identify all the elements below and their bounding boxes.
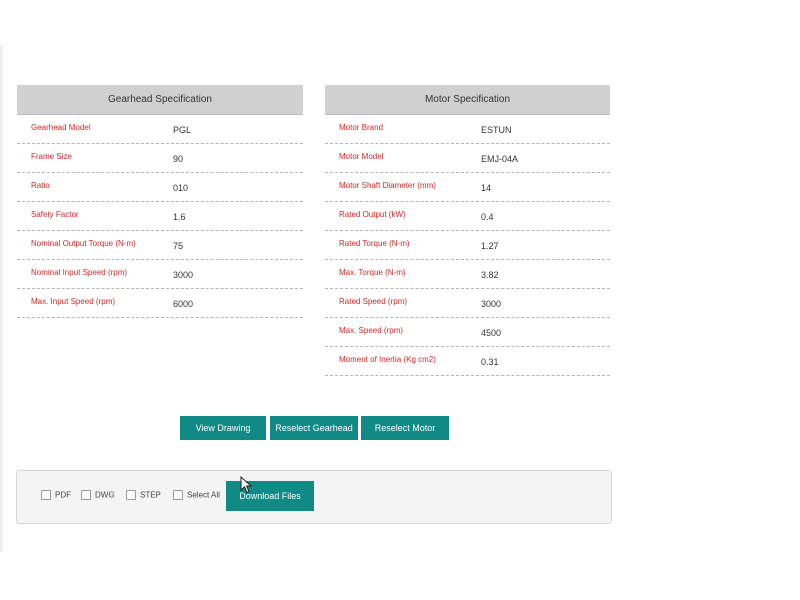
spec-label: Nominal Output Torque (N-m) <box>31 239 136 248</box>
spec-value: 3000 <box>173 270 194 280</box>
spec-label: Rated Torque (N-m) <box>339 239 410 248</box>
table-row: Motor Brand ESTUN <box>325 115 610 144</box>
spec-label: Max. Speed (rpm) <box>339 326 404 335</box>
table-row: Nominal Output Torque (N-m) 75 <box>17 231 303 260</box>
spec-value: 6000 <box>173 299 194 309</box>
spec-value: 90 <box>173 154 184 164</box>
spec-label: Ratio <box>31 181 50 190</box>
spec-value: 3.82 <box>481 270 499 280</box>
spec-value: 14 <box>481 183 492 193</box>
spec-label: Motor Model <box>339 152 384 161</box>
spec-label: Frame Size <box>31 152 72 161</box>
spec-value: 3000 <box>481 299 502 309</box>
table-row: Gearhead Model PGL <box>17 115 303 144</box>
download-panel: PDF DWG STEP Select All Download Files <box>16 470 612 524</box>
spec-value: 010 <box>173 183 189 193</box>
table-row: Rated Speed (rpm) 3000 <box>325 289 610 318</box>
table-row: Rated Output (kW) 0.4 <box>325 202 610 231</box>
checkbox-label: PDF <box>55 490 71 500</box>
spec-value: PGL <box>173 125 192 135</box>
spec-label: Safety Factor <box>31 210 79 219</box>
view-drawing-button[interactable]: View Drawing <box>180 416 266 440</box>
spec-label: Moment of Inertia (Kg cm2) <box>339 355 436 364</box>
spec-label: Gearhead Model <box>31 123 91 132</box>
checkbox-label: STEP <box>140 490 161 500</box>
gearhead-spec-table: Gearhead Specification Gearhead Model PG… <box>17 85 303 318</box>
table-row: Max. Torque (N-m) 3.82 <box>325 260 610 289</box>
spec-value: 1.6 <box>173 212 186 222</box>
reselect-motor-button[interactable]: Reselect Motor <box>361 416 449 440</box>
checkbox-box[interactable] <box>173 490 183 500</box>
spec-label: Motor Shaft Diameter (mm) <box>339 181 436 190</box>
checkbox-label: DWG <box>95 490 115 500</box>
table-row: Max. Speed (rpm) 4500 <box>325 318 610 347</box>
table-row: Ratio 010 <box>17 173 303 202</box>
spec-label: Rated Output (kW) <box>339 210 406 219</box>
table-row: Moment of Inertia (Kg cm2) 0.31 <box>325 347 610 376</box>
spec-label: Motor Brand <box>339 123 384 132</box>
table-row: Rated Torque (N-m) 1.27 <box>325 231 610 260</box>
spec-value: 0.31 <box>481 357 499 367</box>
checkbox-box[interactable] <box>81 490 91 500</box>
pdf-checkbox[interactable]: PDF <box>41 490 71 502</box>
mouse-cursor-icon <box>240 476 253 494</box>
spec-value: ESTUN <box>481 125 512 135</box>
checkbox-box[interactable] <box>126 490 136 500</box>
dwg-checkbox[interactable]: DWG <box>81 490 115 502</box>
spec-value: 4500 <box>481 328 502 338</box>
table-row: Safety Factor 1.6 <box>17 202 303 231</box>
spec-label: Max. Torque (N-m) <box>339 268 406 277</box>
checkbox-box[interactable] <box>41 490 51 500</box>
table-row: Frame Size 90 <box>17 144 303 173</box>
spec-label: Nominal Input Speed (rpm) <box>31 268 128 277</box>
spec-value: 0.4 <box>481 212 494 222</box>
spec-value: EMJ-04A <box>481 154 519 164</box>
spec-label: Rated Speed (rpm) <box>339 297 408 306</box>
spec-value: 75 <box>173 241 184 251</box>
select-all-checkbox[interactable]: Select All <box>173 490 220 502</box>
reselect-gearhead-button[interactable]: Reselect Gearhead <box>270 416 358 440</box>
spec-value: 1.27 <box>481 241 499 251</box>
table-row: Motor Model EMJ-04A <box>325 144 610 173</box>
motor-spec-table: Motor Specification Motor Brand ESTUN Mo… <box>325 85 610 376</box>
gearhead-spec-header: Gearhead Specification <box>17 85 303 115</box>
table-row: Max. Input Speed (rpm) 6000 <box>17 289 303 318</box>
spec-label: Max. Input Speed (rpm) <box>31 297 116 306</box>
motor-spec-header: Motor Specification <box>325 85 610 115</box>
step-checkbox[interactable]: STEP <box>126 490 161 502</box>
table-row: Motor Shaft Diameter (mm) 14 <box>325 173 610 202</box>
table-row: Nominal Input Speed (rpm) 3000 <box>17 260 303 289</box>
checkbox-label: Select All <box>187 490 220 500</box>
